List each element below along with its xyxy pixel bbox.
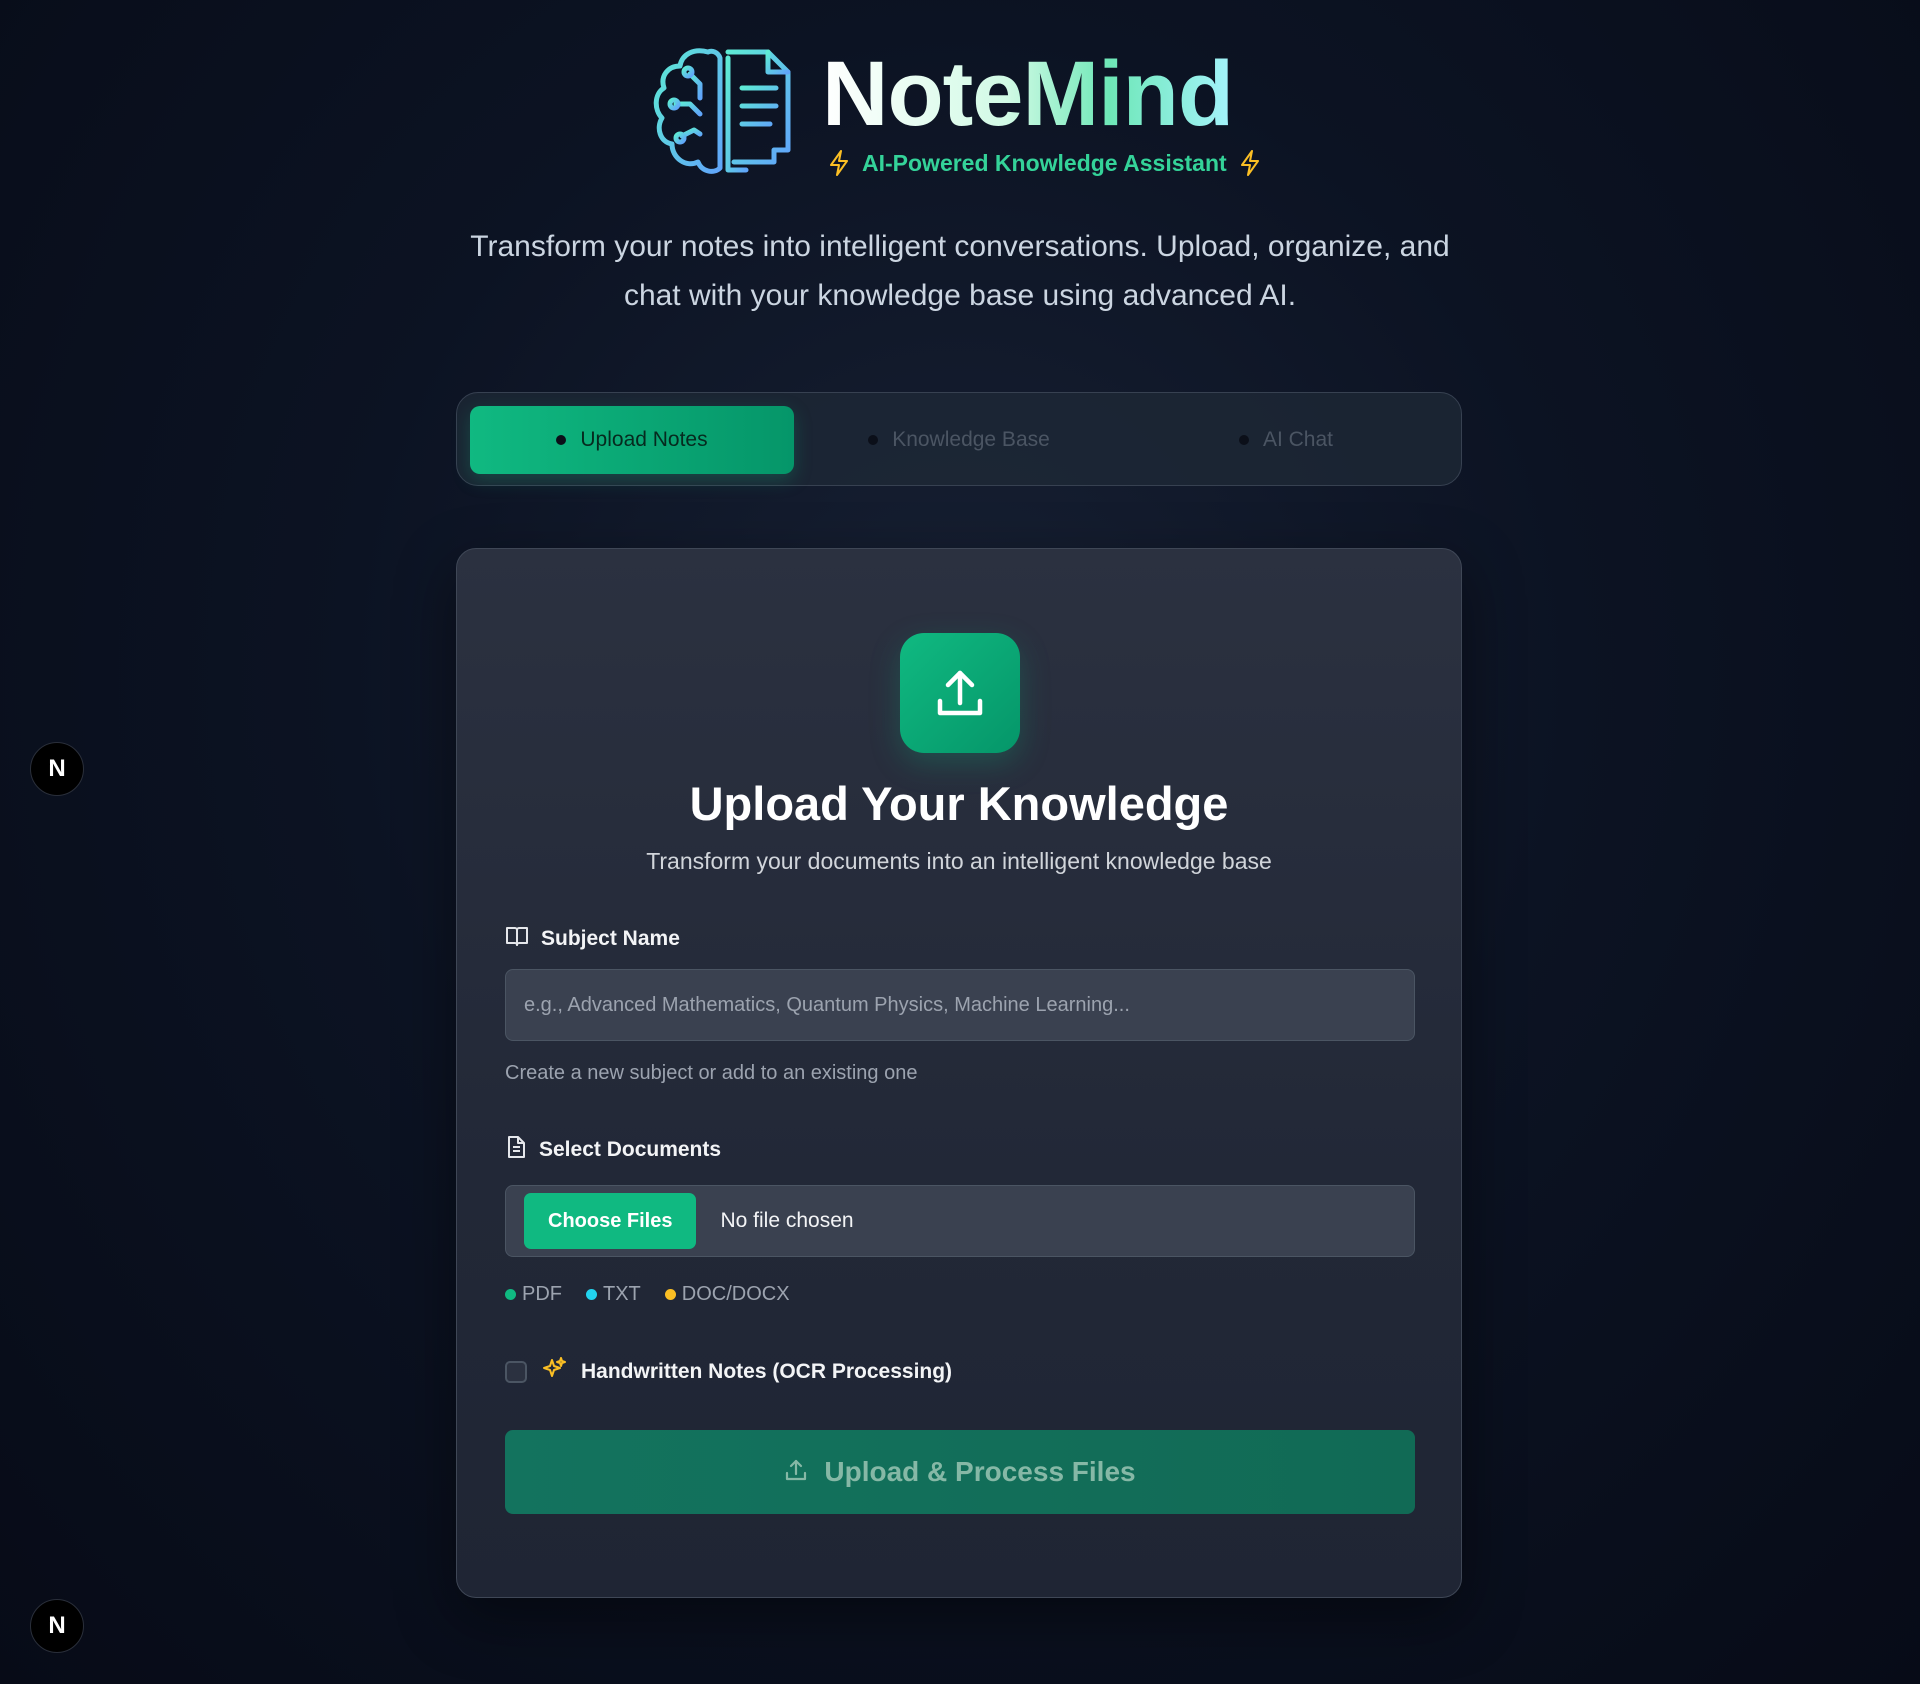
tab-label: Knowledge Base xyxy=(892,428,1050,451)
tab-dot-icon xyxy=(868,435,879,445)
ocr-label: Handwritten Notes (OCR Processing) xyxy=(581,1359,953,1383)
format-doc: DOC/DOCX xyxy=(664,1283,790,1306)
tab-label: Upload Notes xyxy=(580,428,708,451)
supported-formats: PDF TXT DOC/DOCX xyxy=(505,1283,790,1306)
dev-tools-badge[interactable]: N xyxy=(30,1599,84,1653)
card-title: Upload Your Knowledge xyxy=(689,777,1229,830)
select-documents-label-text: Select Documents xyxy=(539,1138,722,1161)
lightning-icon xyxy=(1239,150,1261,176)
upload-process-label: Upload & Process Files xyxy=(824,1456,1136,1487)
file-status: No file chosen xyxy=(720,1209,854,1232)
format-dot-icon xyxy=(586,1289,597,1300)
choose-files-button[interactable]: Choose Files xyxy=(524,1193,697,1249)
brand-title: NoteMind xyxy=(822,43,1234,145)
format-dot-icon xyxy=(505,1289,516,1300)
tab-dot-icon xyxy=(556,435,567,445)
ocr-checkbox[interactable] xyxy=(505,1360,527,1383)
upload-process-button[interactable]: Upload & Process Files xyxy=(505,1430,1415,1514)
format-txt: TXT xyxy=(586,1283,641,1306)
tagline-row: AI-Powered Knowledge Assistant xyxy=(828,148,1261,178)
tab-knowledge-base[interactable]: Knowledge Base xyxy=(797,406,1121,474)
card-subtitle: Transform your documents into an intelli… xyxy=(646,848,1272,874)
tab-label: AI Chat xyxy=(1262,428,1334,451)
subject-name-label-text: Subject Name xyxy=(541,927,680,950)
select-documents-label: Select Documents xyxy=(505,1135,721,1165)
format-label: TXT xyxy=(603,1283,641,1305)
subject-name-label: Subject Name xyxy=(505,925,680,953)
upload-icon xyxy=(900,633,1020,753)
tab-bar: Upload Notes Knowledge Base AI Chat xyxy=(456,392,1462,486)
ocr-option: Handwritten Notes (OCR Processing) xyxy=(505,1356,952,1387)
tab-upload-notes[interactable]: Upload Notes xyxy=(470,406,794,474)
tab-dot-icon xyxy=(1238,435,1249,445)
tagline: AI-Powered Knowledge Assistant xyxy=(862,149,1227,176)
subject-name-input[interactable] xyxy=(505,969,1415,1041)
dev-tools-badge[interactable]: N xyxy=(30,742,84,796)
tab-ai-chat[interactable]: AI Chat xyxy=(1124,406,1448,474)
brain-document-logo-icon xyxy=(650,44,794,180)
book-open-icon xyxy=(505,925,529,953)
format-dot-icon xyxy=(664,1289,676,1300)
document-icon xyxy=(505,1135,527,1165)
intro-text: Transform your notes into intelligent co… xyxy=(470,230,1450,312)
subject-hint: Create a new subject or add to an existi… xyxy=(505,1062,918,1084)
format-label: DOC/DOCX xyxy=(681,1283,790,1305)
sparkles-icon xyxy=(541,1356,567,1387)
format-pdf: PDF xyxy=(505,1283,562,1306)
format-label: PDF xyxy=(522,1283,562,1305)
upload-icon xyxy=(784,1458,808,1487)
file-input[interactable]: Choose Files No file chosen xyxy=(505,1185,1415,1257)
lightning-icon xyxy=(828,150,850,176)
